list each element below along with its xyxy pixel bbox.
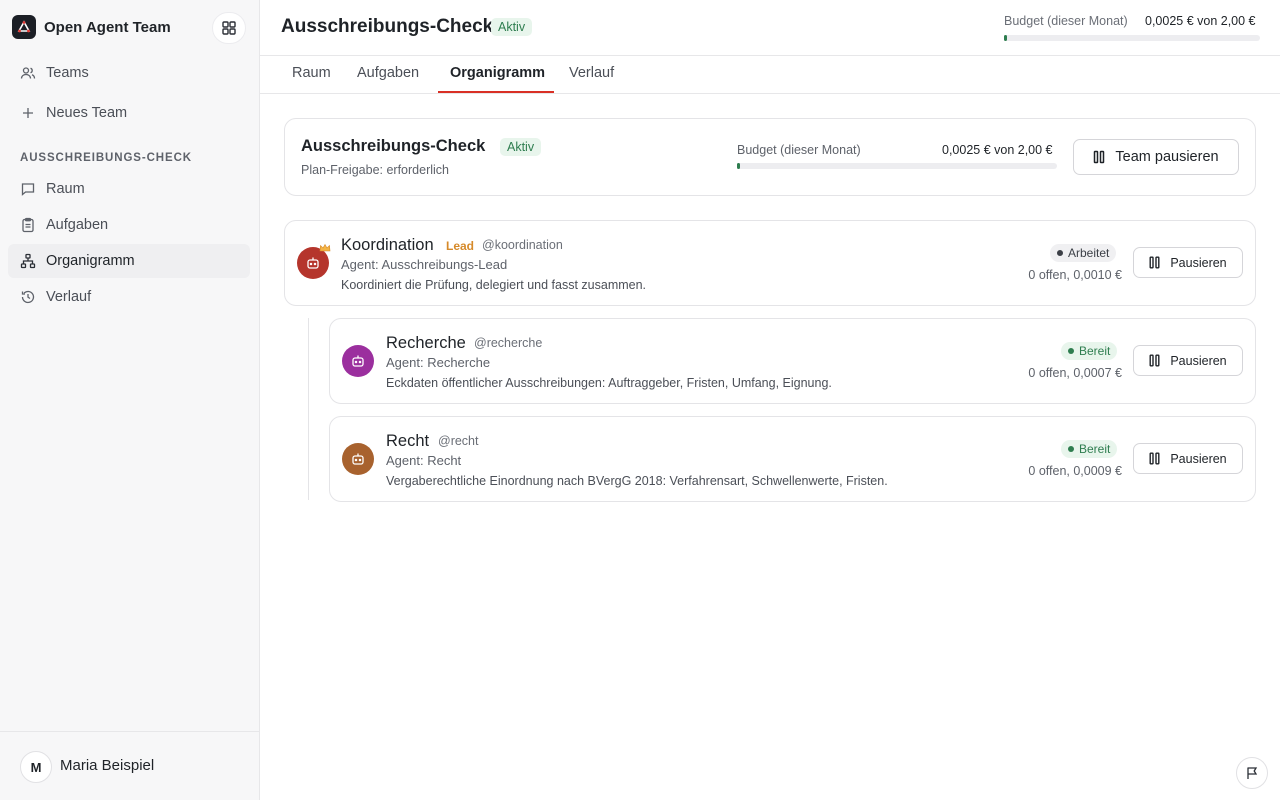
pause-icon [1149, 354, 1160, 367]
team-budget-progress-fill [737, 163, 741, 169]
agent-description: Vergaberechtliche Einordnung nach BVergG… [386, 474, 888, 488]
budget-value: 0,0025 € von 2,00 € [1145, 14, 1256, 28]
team-status-badge: Aktiv [500, 138, 542, 156]
agent-name: Recherche [386, 334, 466, 352]
pause-icon [1149, 256, 1160, 269]
app-logo-icon [12, 15, 36, 39]
status-badge: Aktiv [491, 18, 533, 36]
sidebar-item-label: Organigramm [46, 253, 135, 269]
pause-team-label: Team pausieren [1115, 149, 1219, 165]
budget-progress-fill [1004, 35, 1007, 41]
org-tree-connector [308, 318, 309, 500]
team-title: Ausschreibungs-Check [301, 137, 486, 155]
pause-agent-label: Pausieren [1170, 353, 1227, 368]
crown-icon [319, 243, 331, 252]
agent-name: Recht [386, 432, 430, 450]
agent-name: Koordination [341, 236, 434, 254]
robot-icon [307, 257, 319, 269]
tab-verlauf[interactable]: Verlauf [569, 65, 614, 81]
users-icon [20, 67, 36, 79]
agent-status-badge: Arbeitet [1050, 244, 1117, 262]
tab-organigramm[interactable]: Organigramm [450, 65, 545, 81]
team-budget-label: Budget (dieser Monat) [737, 143, 861, 157]
agent-handle: @koordination [482, 238, 563, 252]
sidebar-item-raum[interactable]: Raum [8, 172, 250, 206]
tabs-divider [260, 93, 1280, 94]
plus-icon [23, 108, 33, 118]
agent-role: Agent: Recht [386, 453, 462, 468]
agent-stats: 0 offen, 0,0007 € [1028, 366, 1122, 380]
sidebar-item-aufgaben[interactable]: Aufgaben [8, 208, 250, 242]
grid-icon [222, 21, 236, 35]
agent-role: Agent: Recherche [386, 355, 491, 370]
budget-progress-bar [1004, 35, 1260, 41]
sidebar-item-organigramm[interactable]: Organigramm [8, 244, 250, 278]
avatar[interactable]: M [20, 751, 52, 783]
agent-handle: @recht [438, 434, 479, 448]
agent-avatar [342, 443, 374, 475]
agent-description: Eckdaten öffentlicher Ausschreibungen: A… [386, 376, 832, 390]
feedback-button[interactable] [1236, 757, 1268, 789]
agent-handle: @recherche [474, 336, 543, 350]
agent-stats: 0 offen, 0,0009 € [1028, 464, 1122, 478]
pause-agent-label: Pausieren [1170, 255, 1227, 270]
tab-aufgaben[interactable]: Aufgaben [357, 65, 419, 81]
sidebar-item-label: Neues Team [46, 105, 128, 121]
pause-agent-button[interactable]: Pausieren [1133, 443, 1243, 474]
agent-status-badge: Bereit [1061, 440, 1118, 458]
header-divider [260, 55, 1280, 56]
history-icon [21, 290, 35, 304]
agent-status-text: Bereit [1079, 442, 1111, 456]
app-name: Open Agent Team [44, 18, 171, 36]
agent-card-recht: Recht @recht Agent: Recht Vergaberechtli… [329, 416, 1256, 502]
agent-status-badge: Bereit [1061, 342, 1118, 360]
team-budget-progress-bar [737, 163, 1057, 169]
robot-icon [352, 453, 364, 465]
agent-avatar [342, 345, 374, 377]
sidebar-item-label: Raum [46, 181, 85, 197]
clipboard-icon [22, 217, 34, 233]
pause-team-button[interactable]: Team pausieren [1073, 139, 1239, 175]
brand[interactable]: Open Agent Team [12, 15, 171, 39]
sidebar-item-new-team[interactable]: Neues Team [8, 96, 250, 130]
sidebar-item-teams[interactable]: Teams [8, 56, 250, 90]
flag-icon [1247, 767, 1258, 779]
plan-approval-text: Plan-Freigabe: erforderlich [301, 163, 449, 177]
status-dot [1068, 348, 1074, 354]
agent-card-recherche: Recherche @recherche Agent: Recherche Ec… [329, 318, 1256, 404]
agent-status-text: Bereit [1079, 344, 1111, 358]
org-chart-icon [20, 253, 36, 269]
pause-icon [1094, 150, 1105, 164]
agent-stats: 0 offen, 0,0010 € [1028, 268, 1122, 282]
sidebar: Open Agent Team Teams Neues Team AUSSCHR… [0, 0, 260, 800]
status-dot [1068, 446, 1074, 452]
pause-icon [1149, 452, 1160, 465]
team-card: Ausschreibungs-Check Aktiv Plan-Freigabe… [284, 118, 1256, 196]
team-budget-value: 0,0025 € von 2,00 € [942, 143, 1053, 157]
user-section: M Maria Beispiel [0, 731, 259, 800]
robot-icon [352, 355, 364, 367]
tab-raum[interactable]: Raum [292, 65, 331, 81]
agent-status-text: Arbeitet [1068, 246, 1110, 260]
budget-label: Budget (dieser Monat) [1004, 14, 1128, 28]
agent-card-koordination: Koordination Lead @koordination Agent: A… [284, 220, 1256, 306]
sidebar-section-label: AUSSCHREIBUNGS-CHECK [20, 152, 192, 164]
chat-icon [21, 183, 35, 196]
apps-grid-button[interactable] [212, 12, 246, 44]
pause-agent-button[interactable]: Pausieren [1133, 247, 1243, 278]
sidebar-item-label: Teams [46, 65, 89, 81]
sidebar-item-label: Aufgaben [46, 217, 109, 233]
page-title: Ausschreibungs-Check [281, 16, 494, 37]
user-name[interactable]: Maria Beispiel [60, 757, 154, 774]
agent-description: Koordiniert die Prüfung, delegiert und f… [341, 278, 647, 292]
sidebar-item-label: Verlauf [46, 289, 92, 305]
status-dot [1057, 250, 1063, 256]
agent-role: Agent: Ausschreibungs-Lead [341, 257, 508, 272]
pause-agent-label: Pausieren [1170, 451, 1227, 466]
pause-agent-button[interactable]: Pausieren [1133, 345, 1243, 376]
lead-badge: Lead [446, 239, 475, 253]
sidebar-item-verlauf[interactable]: Verlauf [8, 280, 250, 314]
